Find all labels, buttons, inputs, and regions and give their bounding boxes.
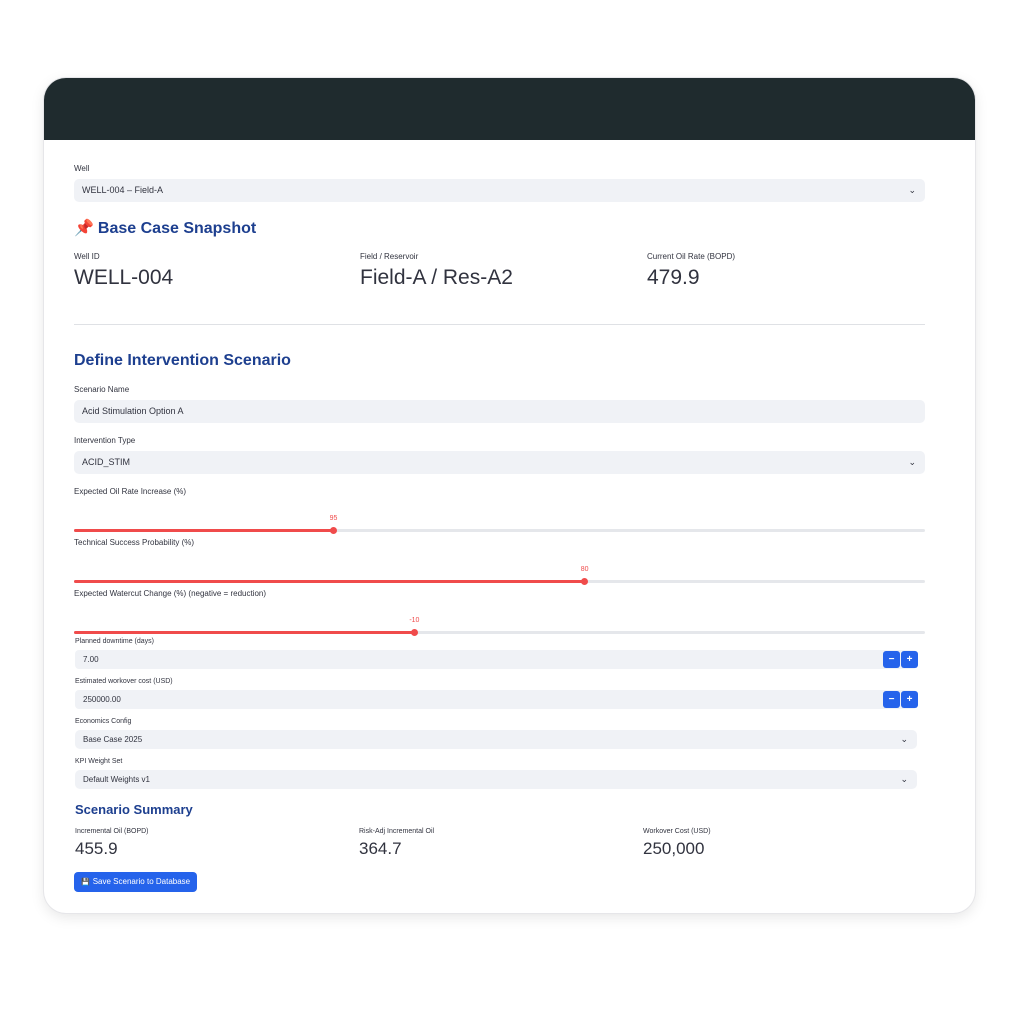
slider-success-probability[interactable]: 80: [74, 566, 925, 585]
kpi-weight-select[interactable]: Default Weights v1 ⌄: [75, 770, 917, 789]
scenario-heading: Define Intervention Scenario: [74, 352, 291, 369]
slider-oil-increase[interactable]: 95: [74, 515, 925, 534]
floppy-disk-icon: 💾: [81, 879, 90, 886]
slider-fill: [74, 529, 334, 532]
well-select-value: WELL-004 – Field-A: [82, 185, 164, 195]
scenario-name-value: Acid Stimulation Option A: [82, 406, 184, 416]
scenario-name-label: Scenario Name: [74, 385, 130, 394]
chevron-down-icon: ⌄: [900, 734, 908, 744]
summary-heading: Scenario Summary: [75, 802, 193, 817]
summary-label-risk-adj-oil: Risk-Adj Incremental Oil: [359, 828, 435, 835]
section-divider: [74, 324, 925, 325]
workover-cost-label: Estimated workover cost (USD): [75, 678, 173, 685]
save-scenario-label: Save Scenario to Database: [92, 877, 191, 886]
base-case-heading: 📌 Base Case Snapshot: [74, 218, 256, 238]
economics-config-label: Economics Config: [75, 718, 132, 725]
intervention-type-label: Intervention Type: [74, 436, 136, 445]
slider-thumb[interactable]: [410, 629, 418, 636]
summary-label-workover-cost: Workover Cost (USD): [643, 828, 711, 835]
intervention-type-value: ACID_STIM: [82, 457, 131, 467]
slider-thumb[interactable]: [330, 527, 338, 534]
chevron-down-icon: ⌄: [908, 457, 916, 467]
slider-watercut-change[interactable]: -10: [74, 617, 925, 636]
app-window: Well WELL-004 – Field-A ⌄ 📌 Base Case Sna…: [44, 78, 975, 913]
chevron-down-icon: ⌄: [908, 185, 916, 195]
well-select[interactable]: WELL-004 – Field-A ⌄: [74, 179, 925, 202]
workover-cost-increment-button[interactable]: +: [901, 691, 918, 708]
downtime-decrement-button[interactable]: −: [883, 651, 900, 668]
downtime-increment-button[interactable]: +: [901, 651, 918, 668]
metric-label-oil-rate: Current Oil Rate (BOPD): [647, 252, 736, 261]
slider-value: 80: [580, 566, 589, 573]
metric-value-field: Field-A / Res-A2: [360, 266, 513, 289]
downtime-input[interactable]: 7.00: [75, 650, 917, 669]
summary-label-incremental-oil: Incremental Oil (BOPD): [75, 828, 149, 835]
economics-config-select[interactable]: Base Case 2025 ⌄: [75, 730, 917, 749]
save-scenario-button[interactable]: 💾 Save Scenario to Database: [74, 872, 198, 892]
slider-label-watercut-change: Expected Watercut Change (%) (negative =…: [74, 589, 267, 598]
slider-label-success-probability: Technical Success Probability (%): [74, 538, 195, 547]
downtime-value: 7.00: [83, 655, 99, 664]
intervention-type-select[interactable]: ACID_STIM ⌄: [74, 451, 925, 474]
summary-value-workover-cost: 250,000: [643, 839, 705, 858]
kpi-weight-value: Default Weights v1: [83, 775, 150, 784]
well-label: Well: [74, 164, 90, 173]
slider-fill: [74, 631, 415, 634]
workover-cost-value: 250000.00: [83, 695, 121, 704]
scenario-name-input[interactable]: Acid Stimulation Option A: [74, 400, 925, 423]
downtime-label: Planned downtime (days): [75, 638, 154, 645]
metric-label-field: Field / Reservoir: [360, 252, 419, 261]
slider-value: 95: [329, 515, 338, 522]
summary-value-risk-adj-oil: 364.7: [359, 839, 402, 858]
metric-value-well-id: WELL-004: [74, 266, 174, 289]
slider-thumb[interactable]: [581, 578, 589, 585]
workover-cost-input[interactable]: 250000.00: [75, 690, 917, 709]
metric-label-well-id: Well ID: [74, 252, 100, 261]
economics-config-value: Base Case 2025: [83, 735, 143, 744]
kpi-weight-label: KPI Weight Set: [75, 758, 123, 765]
base-case-title: Base Case Snapshot: [97, 220, 257, 237]
chevron-down-icon: ⌄: [900, 774, 908, 784]
summary-value-incremental-oil: 455.9: [75, 839, 118, 858]
header-bar: [44, 78, 975, 140]
metric-value-oil-rate: 479.9: [647, 266, 700, 289]
slider-value: -10: [409, 617, 420, 624]
slider-fill: [74, 580, 585, 583]
pushpin-icon: 📌: [74, 220, 94, 237]
workover-cost-decrement-button[interactable]: −: [883, 691, 900, 708]
slider-label-oil-increase: Expected Oil Rate Increase (%): [74, 487, 187, 496]
